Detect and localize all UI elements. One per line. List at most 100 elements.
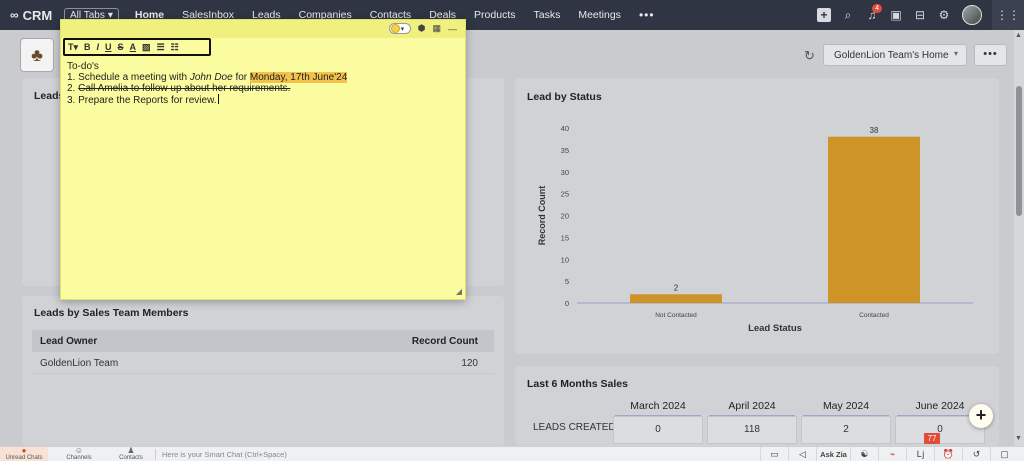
lead-by-status-chart: 0 5 10 15 20 25 30 35 40 2 Not Contacted 38 Contacte… <box>537 124 973 334</box>
underline-button[interactable]: U <box>105 42 112 52</box>
bullet-list-button[interactable]: ☰ <box>157 42 165 53</box>
y-tick-label: 5 <box>565 277 569 286</box>
scroll-up-icon[interactable]: ▲ <box>1015 32 1022 39</box>
more-tabs-button[interactable]: ••• <box>639 8 655 22</box>
text-color-button[interactable]: A <box>130 42 137 52</box>
history-icon[interactable]: ↺ <box>962 447 990 461</box>
calendar-icon[interactable]: ▣ <box>884 0 908 30</box>
month-header: March 2024 <box>615 396 701 416</box>
note-item-1: 1. Schedule a meeting with John Doe for … <box>67 72 348 83</box>
lead-owner-header[interactable]: Lead Owner <box>40 336 97 347</box>
zia-icon[interactable]: ☯ <box>850 447 878 461</box>
data-label: 2 <box>674 283 679 292</box>
chevron-down-icon: ▾ <box>953 49 958 58</box>
y-axis-label: Record Count <box>537 186 547 246</box>
sales-value-cell[interactable]: 0 <box>613 416 703 444</box>
add-widget-button[interactable]: + <box>969 404 993 428</box>
table-row[interactable]: GoldenLion Team 120 <box>32 354 494 374</box>
refresh-icon[interactable]: ↻ <box>804 48 815 64</box>
apps-grid-icon[interactable]: ⋮⋮ <box>992 0 1024 30</box>
crm-infinity-icon: ∞ <box>10 8 19 22</box>
scroll-down-icon[interactable]: ▼ <box>1015 435 1022 442</box>
divider <box>155 449 156 460</box>
lead-by-status-panel: Lead by Status 0 5 10 15 20 25 30 35 40 2 Not Cont… <box>515 78 999 354</box>
y-tick-label: 0 <box>565 299 569 308</box>
bottom-chat-bar: ● Unread Chats ☺ Channels ♟ Contacts Her… <box>0 446 1024 461</box>
marketplace-icon[interactable]: ⊟ <box>908 0 932 30</box>
home-more-button[interactable]: ••• <box>974 44 1007 66</box>
y-tick-label: 40 <box>561 124 569 133</box>
x-axis-label: Lead Status <box>748 323 802 334</box>
y-tick-label: 15 <box>561 233 569 242</box>
pin-icon[interactable]: ⬢ <box>418 23 426 34</box>
delete-icon[interactable]: ▦ <box>432 23 441 34</box>
y-tick-label: 25 <box>561 190 569 199</box>
italic-button[interactable]: I <box>97 42 100 52</box>
data-label: 38 <box>870 126 879 135</box>
settings-gear-icon[interactable]: ⚙ <box>932 0 956 30</box>
strikethrough-button[interactable]: S <box>118 42 124 52</box>
crm-logo[interactable]: ∞ CRM <box>0 8 64 23</box>
bar <box>630 294 722 303</box>
sticky-note-content[interactable]: To-do's 1. Schedule a meeting with John … <box>67 61 457 106</box>
contacts-icon: ♟ <box>127 446 135 455</box>
page-scrollbar[interactable]: ▲ ▼ <box>1014 30 1024 446</box>
numbered-list-button[interactable]: ☷ <box>171 42 179 53</box>
y-tick-label: 20 <box>561 212 569 221</box>
sales-team-panel: Leads by Sales Team Members Lead Owner R… <box>22 296 504 446</box>
smart-chat-input[interactable]: Here is your Smart Chat (Ctrl+Space) <box>162 450 287 459</box>
ask-zia-button[interactable]: Ask Zia <box>816 447 850 461</box>
chevron-down-icon: ▾ <box>400 25 405 33</box>
highlight-button[interactable]: ▨ <box>142 42 151 53</box>
tab-tasks[interactable]: Tasks <box>533 9 560 21</box>
chat-bubble-icon: ● <box>21 446 27 455</box>
channels-button[interactable]: ☺ Channels <box>58 447 100 461</box>
contacts-button[interactable]: ♟ Contacts <box>110 447 152 461</box>
sales-team-table-header: Lead Owner Record Count <box>32 330 494 352</box>
notifications-icon[interactable]: ♫ 4 <box>860 0 884 30</box>
search-icon[interactable]: ⌕ <box>836 0 860 30</box>
bar <box>828 136 920 303</box>
screen-share-icon[interactable]: ▭ <box>760 447 788 461</box>
alarm-clock-icon[interactable]: ⏰ <box>934 447 962 461</box>
y-tick-label: 35 <box>561 146 569 155</box>
color-dot-icon <box>390 24 400 33</box>
leads-created-label: LEADS CREATED <box>533 422 616 433</box>
sticky-note-controls: ▾ ⬢ ▦ — <box>388 23 457 34</box>
record-count-cell: 120 <box>461 358 478 369</box>
home-selector-dropdown[interactable]: GoldenLion Team's Home ▾ <box>823 44 967 66</box>
lead-owner-cell: GoldenLion Team <box>40 358 119 369</box>
resize-handle-icon[interactable]: ◢ <box>456 287 462 296</box>
feedback-icon[interactable]: ▢ <box>990 447 1018 461</box>
sales-value-cell[interactable]: 118 <box>707 416 797 444</box>
org-logo-tree-icon: ♣ <box>20 38 54 72</box>
y-tick-label: 30 <box>561 168 569 177</box>
month-header: April 2024 <box>709 396 795 416</box>
translate-icon[interactable]: ǈ <box>906 447 934 461</box>
note-color-picker[interactable]: ▾ <box>388 23 411 34</box>
bold-button[interactable]: B <box>84 42 91 52</box>
scrollbar-thumb[interactable] <box>1016 86 1022 216</box>
channels-icon: ☺ <box>74 446 84 455</box>
last-6-months-title: Last 6 Months Sales <box>527 378 628 390</box>
text-caret <box>217 94 219 104</box>
sticky-note[interactable]: ▾ ⬢ ▦ — T▾ B I U S A ▨ ☰ ☷ To-do's 1. Sc… <box>60 19 466 300</box>
font-size-button[interactable]: T▾ <box>68 42 78 53</box>
signals-icon[interactable]: ⌁ <box>878 447 906 461</box>
count-badge: 77 <box>924 433 940 444</box>
highlighted-date: Monday, 17th June'24 <box>249 72 348 83</box>
notification-badge: 4 <box>872 4 882 13</box>
x-tick-label: Contacted <box>859 312 889 319</box>
sales-value-cell[interactable]: 2 <box>801 416 891 444</box>
month-header: May 2024 <box>803 396 889 416</box>
tab-products[interactable]: Products <box>474 9 515 21</box>
x-tick-label: Not Contacted <box>655 312 697 319</box>
minimize-icon[interactable]: — <box>448 24 457 34</box>
note-item-3: 3. Prepare the Reports for review. <box>67 94 219 106</box>
record-count-header[interactable]: Record Count <box>412 336 478 347</box>
quick-create-button[interactable]: + <box>812 0 836 30</box>
tab-meetings[interactable]: Meetings <box>578 9 621 21</box>
unread-chats-button[interactable]: ● Unread Chats <box>0 447 48 461</box>
user-avatar[interactable] <box>962 5 982 25</box>
announcement-icon[interactable]: ◁ <box>788 447 816 461</box>
